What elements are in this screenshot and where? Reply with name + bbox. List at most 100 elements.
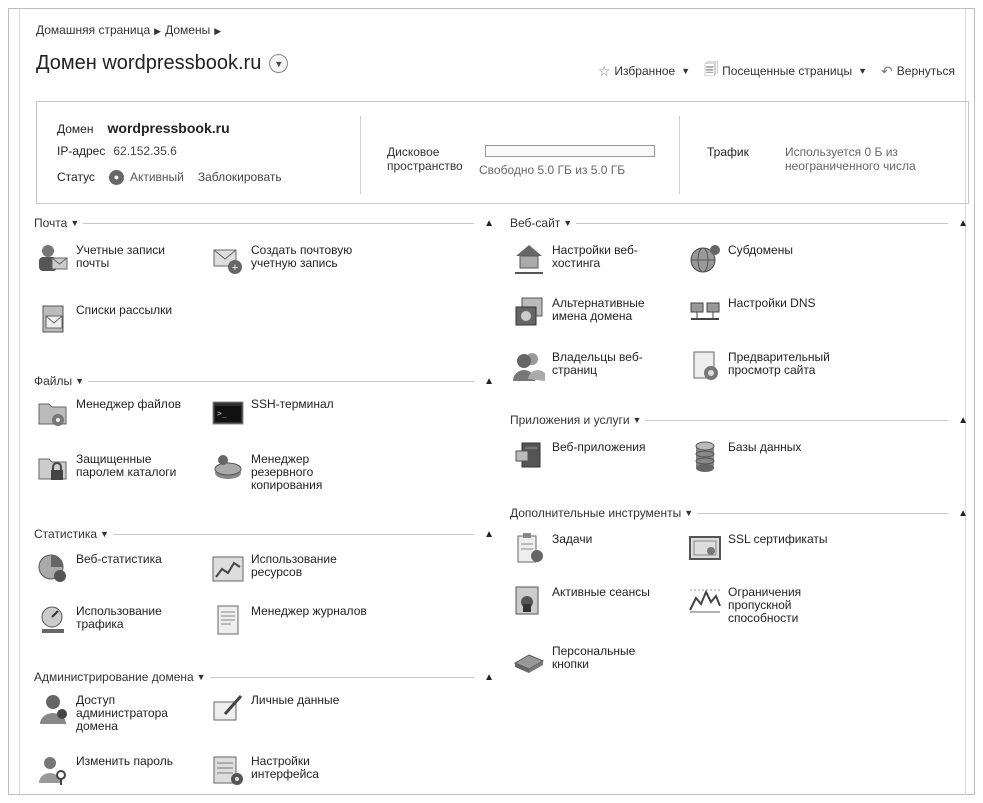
section-header[interactable]: Почта ▼ ▲ bbox=[34, 215, 494, 231]
key-user-icon bbox=[36, 753, 70, 787]
item-log-manager[interactable]: Менеджер журналов bbox=[211, 603, 369, 637]
breadcrumb-home[interactable]: Домашняя страница bbox=[36, 23, 150, 37]
section-title: Администрирование домена bbox=[34, 670, 194, 684]
svg-text:>_: >_ bbox=[217, 409, 227, 418]
status-active-icon: ● bbox=[108, 169, 124, 185]
new-mail-icon: + bbox=[211, 242, 245, 276]
ip-label: IP-адрес bbox=[57, 144, 106, 158]
section-apps: Приложения и услуги ▼ ▲ bbox=[510, 412, 968, 428]
divider bbox=[576, 222, 949, 224]
item-protected-dirs[interactable]: Защищенные паролем каталоги bbox=[36, 451, 194, 485]
section-header[interactable]: Приложения и услуги ▼ ▲ bbox=[510, 412, 968, 428]
item-dns-settings[interactable]: Настройки DNS bbox=[688, 295, 846, 329]
caret-down-icon: ▼ bbox=[100, 529, 109, 539]
favorites-menu[interactable]: ☆ Избранное ▼ bbox=[598, 59, 690, 83]
collapse-icon[interactable]: ▲ bbox=[484, 376, 494, 387]
divider bbox=[209, 676, 475, 678]
item-mail-accounts[interactable]: Учетные записи почты bbox=[36, 242, 194, 276]
item-databases[interactable]: Базы данных bbox=[688, 439, 846, 473]
collapse-icon[interactable]: ▲ bbox=[958, 415, 968, 426]
custom-button-icon bbox=[512, 643, 546, 677]
item-label: Веб-приложения bbox=[552, 440, 646, 454]
item-label: SSH-терминал bbox=[251, 397, 334, 411]
visited-pages-menu[interactable]: 🗐 Посещенные страницы ▼ bbox=[704, 59, 867, 83]
mailing-list-icon bbox=[36, 302, 70, 336]
item-label: Активные сеансы bbox=[552, 585, 650, 599]
caret-down-icon: ▼ bbox=[681, 66, 691, 76]
item-tasks[interactable]: Задачи bbox=[512, 531, 670, 565]
item-traffic-usage[interactable]: Использование трафика bbox=[36, 603, 194, 637]
caret-down-icon: ▼ bbox=[75, 376, 85, 386]
item-domain-aliases[interactable]: Альтернативные имена домена bbox=[512, 295, 670, 329]
collapse-icon[interactable]: ▲ bbox=[484, 529, 494, 540]
domain-value: wordpressbook.ru bbox=[107, 120, 230, 136]
settings-list-icon bbox=[211, 753, 245, 787]
section-title: Почта bbox=[34, 216, 68, 230]
section-header[interactable]: Файлы ▼ ▲ bbox=[34, 373, 494, 389]
section-header[interactable]: Администрирование домена ▼ ▲ bbox=[34, 669, 494, 685]
item-label: Менеджер журналов bbox=[251, 604, 367, 618]
item-label: Изменить пароль bbox=[76, 754, 173, 768]
item-active-sessions[interactable]: Активные сеансы bbox=[512, 584, 670, 618]
item-web-owners[interactable]: Владельцы веб-страниц bbox=[512, 349, 670, 383]
item-create-mailbox[interactable]: + Создать почтовую учетную запись bbox=[211, 242, 369, 276]
item-subdomains[interactable]: Субдомены bbox=[688, 242, 846, 276]
back-arrow-icon: ↶ bbox=[881, 62, 893, 79]
caret-down-icon: ▼ bbox=[858, 66, 868, 76]
item-ssh-terminal[interactable]: >_ SSH-терминал bbox=[211, 396, 369, 430]
item-label: Предварительный просмотр сайта bbox=[728, 350, 830, 377]
caret-down-icon: ▼ bbox=[563, 218, 573, 228]
item-label: Веб-статистика bbox=[76, 552, 162, 566]
item-custom-buttons[interactable]: Персональные кнопки bbox=[512, 643, 670, 677]
item-label: Базы данных bbox=[728, 440, 802, 454]
item-label: Менеджер резервного копирования bbox=[251, 452, 323, 492]
back-link[interactable]: ↶ Вернуться bbox=[881, 59, 955, 83]
block-link[interactable]: Заблокировать bbox=[198, 166, 282, 188]
item-resource-usage[interactable]: Использование ресурсов bbox=[211, 551, 369, 585]
collapse-icon[interactable]: ▲ bbox=[484, 218, 494, 229]
item-backup-manager[interactable]: Менеджер резервного копирования bbox=[211, 451, 369, 492]
item-label: SSL сертификаты bbox=[728, 532, 828, 546]
item-ssl-certs[interactable]: SSL сертификаты bbox=[688, 531, 846, 565]
section-title: Файлы bbox=[34, 374, 73, 388]
item-site-preview[interactable]: Предварительный просмотр сайта bbox=[688, 349, 846, 383]
item-label: Настройки DNS bbox=[728, 296, 816, 310]
item-label: Владельцы веб-страниц bbox=[552, 350, 643, 377]
item-bandwidth-limits[interactable]: Ограничения пропускной способности bbox=[688, 584, 846, 625]
item-label: Личные данные bbox=[251, 693, 340, 707]
back-label: Вернуться bbox=[896, 64, 955, 78]
item-mailing-lists[interactable]: Списки рассылки bbox=[36, 302, 194, 336]
domain-label: Домен bbox=[57, 122, 94, 136]
collapse-icon[interactable]: ▲ bbox=[484, 672, 494, 683]
section-header[interactable]: Веб-сайт ▼ ▲ bbox=[510, 215, 968, 231]
divider bbox=[645, 419, 949, 421]
section-header[interactable]: Дополнительные инструменты ▼ ▲ bbox=[510, 505, 968, 521]
item-change-password[interactable]: Изменить пароль bbox=[36, 753, 194, 787]
item-admin-access[interactable]: Доступ администратора домена bbox=[36, 692, 194, 733]
page-title: Домен wordpressbook.ru bbox=[36, 52, 262, 74]
terminal-icon: >_ bbox=[211, 396, 245, 430]
item-personal-data[interactable]: Личные данные bbox=[211, 692, 369, 726]
collapse-icon[interactable]: ▲ bbox=[958, 508, 968, 519]
pages-icon: 🗐 bbox=[704, 61, 719, 77]
item-file-manager[interactable]: Менеджер файлов bbox=[36, 396, 194, 430]
disk-usage-bar bbox=[485, 145, 655, 157]
file-manager-icon bbox=[36, 396, 70, 430]
item-interface-settings[interactable]: Настройки интерфейса bbox=[211, 753, 369, 787]
item-hosting-settings[interactable]: Настройки веб-хостинга bbox=[512, 242, 670, 276]
collapse-icon[interactable]: ▲ bbox=[958, 218, 968, 229]
caret-down-icon: ▼ bbox=[632, 415, 642, 425]
users-icon bbox=[512, 349, 546, 383]
breadcrumb-domains[interactable]: Домены bbox=[165, 23, 210, 37]
section-header[interactable]: Статистика ▼ ▲ bbox=[34, 526, 494, 542]
item-web-apps[interactable]: Веб-приложения bbox=[512, 439, 670, 473]
locked-folder-icon bbox=[36, 451, 70, 485]
chevron-down-icon[interactable]: ▼ bbox=[269, 54, 289, 73]
title-row: Домен wordpressbook.ru ▼ bbox=[36, 52, 289, 75]
section-mail: Почта ▼ ▲ bbox=[34, 215, 494, 231]
divider bbox=[112, 533, 475, 535]
item-label: Настройки интерфейса bbox=[251, 754, 319, 781]
section-statistics: Статистика ▼ ▲ bbox=[34, 526, 494, 542]
item-label: Создать почтовую учетную запись bbox=[251, 243, 353, 270]
item-web-stats[interactable]: Веб-статистика bbox=[36, 551, 194, 585]
